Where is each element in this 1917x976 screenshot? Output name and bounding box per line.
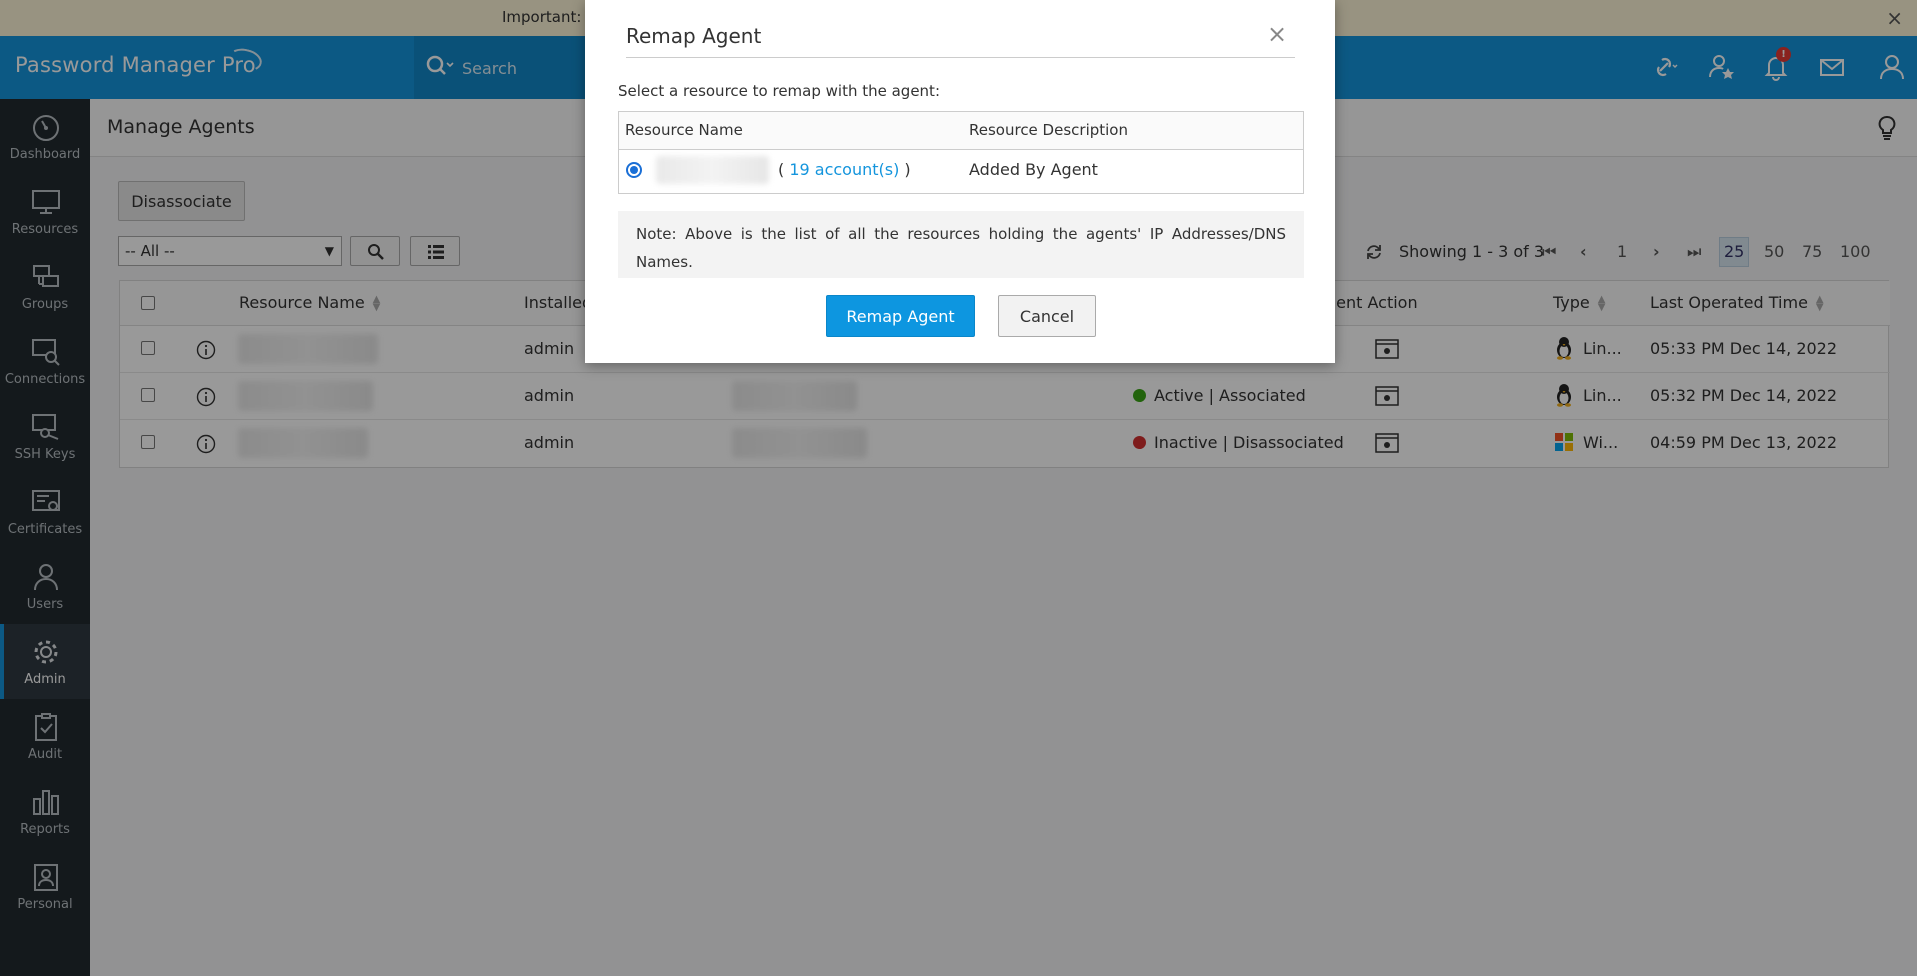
column-header-resource-description: Resource Description [969, 121, 1128, 139]
resource-radio[interactable] [626, 162, 642, 178]
dialog-instruction: Select a resource to remap with the agen… [618, 82, 940, 100]
resource-table: Resource Name Resource Description ( 19 … [618, 111, 1304, 194]
dialog-title: Remap Agent [626, 24, 762, 48]
accounts-link[interactable]: 19 account(s) [789, 160, 899, 179]
column-header-resource-name: Resource Name [625, 121, 743, 139]
dialog-note: Note: Above is the list of all the resou… [618, 211, 1304, 278]
title-divider [626, 57, 1295, 58]
cancel-button[interactable]: Cancel [998, 295, 1096, 337]
resource-table-header: Resource Name Resource Description [619, 112, 1303, 150]
remap-agent-dialog: Remap Agent × Select a resource to remap… [585, 0, 1335, 363]
close-icon[interactable]: × [1267, 20, 1287, 48]
accounts-open-paren: ( [778, 160, 790, 179]
accounts-count: ( 19 account(s) ) [778, 160, 911, 179]
redacted-resource-name [656, 156, 769, 184]
resource-description: Added By Agent [969, 160, 1098, 179]
remap-agent-button[interactable]: Remap Agent [826, 295, 975, 337]
accounts-close-paren: ) [899, 160, 911, 179]
